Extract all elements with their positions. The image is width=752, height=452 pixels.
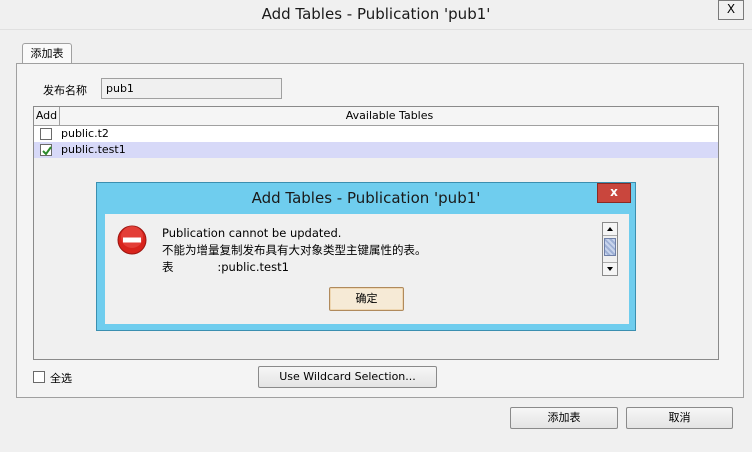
select-all-checkbox[interactable] — [33, 371, 45, 383]
table-row[interactable]: public.t2 — [34, 126, 718, 142]
table-name: public.test1 — [61, 143, 126, 156]
publication-name-label: 发布名称 — [43, 84, 87, 97]
window-title: Add Tables - Publication 'pub1' — [261, 5, 491, 23]
select-all-label: 全选 — [50, 372, 72, 385]
ok-button[interactable]: 确定 — [329, 287, 404, 311]
error-icon — [117, 225, 147, 255]
table-name: public.t2 — [61, 127, 109, 140]
scroll-up-button[interactable] — [603, 223, 617, 236]
checkmark-icon — [42, 146, 52, 156]
cancel-button[interactable]: 取消 — [626, 407, 733, 429]
tab-add-tables[interactable]: 添加表 — [22, 43, 72, 64]
table-row[interactable]: public.test1 — [34, 142, 718, 158]
dialog-close-button[interactable]: x — [597, 183, 631, 203]
dialog-body: Publication cannot be updated. 不能为增量复制发布… — [105, 214, 629, 324]
dialog-scrollbar[interactable] — [602, 222, 618, 276]
column-header-add[interactable]: Add — [34, 107, 60, 125]
tables-header: Add Available Tables — [34, 107, 718, 126]
dialog-title: Add Tables - Publication 'pub1' — [251, 189, 481, 207]
arrow-down-icon — [607, 267, 613, 271]
error-dialog: Add Tables - Publication 'pub1' x Public… — [96, 182, 636, 331]
column-header-available-tables[interactable]: Available Tables — [61, 107, 718, 125]
dialog-message-line: 不能为增量复制发布具有大对象类型主键属性的表。 — [162, 243, 427, 257]
add-tables-button[interactable]: 添加表 — [510, 407, 618, 429]
window-close-button[interactable]: X — [718, 0, 744, 20]
use-wildcard-selection-button[interactable]: Use Wildcard Selection... — [258, 366, 437, 388]
publication-name-field[interactable]: pub1 — [101, 78, 282, 99]
window-titlebar: Add Tables - Publication 'pub1' X — [0, 0, 752, 30]
row-checkbox[interactable] — [40, 128, 52, 140]
row-checkbox[interactable] — [40, 144, 52, 156]
scroll-down-button[interactable] — [603, 262, 617, 275]
scroll-thumb[interactable] — [604, 238, 616, 256]
dialog-message-line: 表 :public.test1 — [162, 260, 289, 274]
dialog-message-line: Publication cannot be updated. — [162, 226, 342, 240]
arrow-up-icon — [607, 227, 613, 231]
